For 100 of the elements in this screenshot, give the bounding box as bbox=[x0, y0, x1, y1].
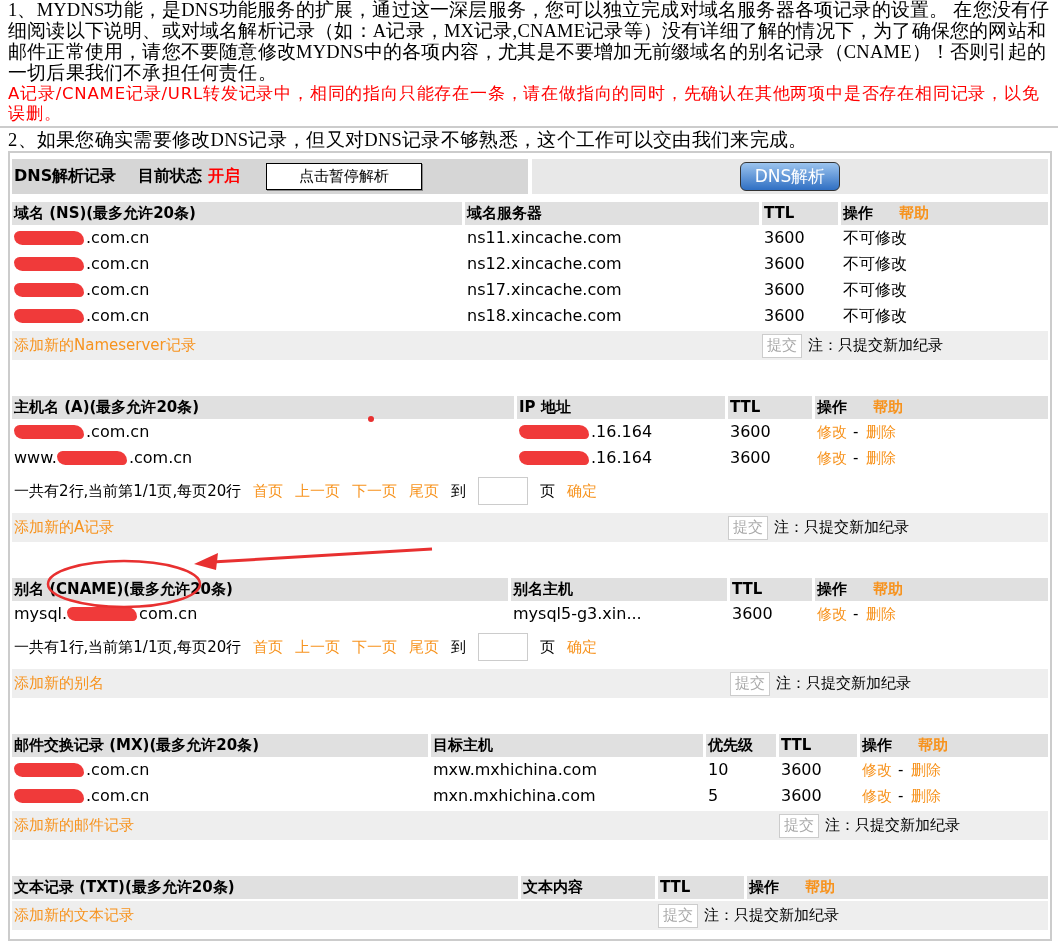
delete-link[interactable]: 删除 bbox=[911, 783, 942, 809]
edit-link[interactable]: 修改 bbox=[817, 601, 847, 627]
help-link[interactable]: 帮助 bbox=[805, 876, 835, 899]
separator: - bbox=[853, 422, 859, 443]
delete-link[interactable]: 删除 bbox=[866, 601, 897, 627]
column-header: IP 地址 bbox=[517, 396, 725, 419]
table-cell-text: 10 bbox=[707, 759, 730, 781]
table-cell-text: mxn.mxhichina.com bbox=[432, 785, 597, 807]
table-cell-text: .com.cn bbox=[86, 759, 150, 781]
goto-label: 到 bbox=[451, 637, 467, 657]
table-cell-text: .com.cn bbox=[86, 421, 150, 443]
page-link[interactable]: 首页 bbox=[253, 637, 284, 657]
table-cell-text: .com.cn bbox=[86, 279, 150, 301]
delete-link[interactable]: 删除 bbox=[911, 757, 942, 783]
submit-note: 注：只提交新加纪录 bbox=[774, 518, 909, 537]
warning-text: A记录/CNAME记录/URL转发记录中，相同的指向只能存在一条，请在做指向的同时，先确认在其他两项中是否存在相同记录，以免误删。 bbox=[7, 84, 1041, 124]
table-cell-text: .16.164 bbox=[591, 447, 653, 469]
page-unit: 页 bbox=[540, 481, 556, 501]
table-cell-text: .com.cn bbox=[86, 227, 150, 249]
pause-button[interactable]: 点击暂停解析 bbox=[266, 163, 423, 190]
edit-link[interactable]: 修改 bbox=[862, 757, 892, 783]
column-header: TTL bbox=[730, 578, 812, 601]
help-link[interactable]: 帮助 bbox=[918, 734, 948, 757]
table-cell-text: .com.cn bbox=[86, 305, 150, 327]
table-cell-text: .com.cn bbox=[86, 785, 150, 807]
column-header: TTL bbox=[728, 396, 812, 419]
table-cell-text: ns11.xincache.com bbox=[466, 227, 623, 249]
column-header: 优先级 bbox=[706, 734, 776, 757]
table-cell-text: mysql. bbox=[14, 603, 68, 625]
table-cell-text: .com.cn bbox=[128, 447, 193, 469]
column-header: 目标主机 bbox=[431, 734, 703, 757]
pager-summary: 一共有1行,当前第1/1页,每页20行 bbox=[14, 637, 242, 657]
table-cell-text: 3600 bbox=[729, 447, 772, 469]
goto-label: 到 bbox=[451, 481, 467, 501]
table-cell-text: 不可修改 bbox=[842, 253, 908, 275]
delete-link[interactable]: 删除 bbox=[866, 445, 897, 471]
page-link[interactable]: 上一页 bbox=[295, 637, 341, 657]
table-cell-text: ns18.xincache.com bbox=[466, 305, 623, 327]
table-cell-text: ns12.xincache.com bbox=[466, 253, 623, 275]
page-link[interactable]: 尾页 bbox=[409, 637, 440, 657]
table-cell-text: 不可修改 bbox=[842, 227, 908, 249]
table-cell-text: mysql5-g3.xin... bbox=[512, 603, 643, 625]
table-cell-text: 3600 bbox=[731, 603, 774, 625]
table-cell-text: 3600 bbox=[763, 253, 806, 275]
help-link[interactable]: 帮助 bbox=[899, 202, 929, 225]
dot-mark bbox=[368, 416, 374, 422]
dns-button[interactable]: DNS解析 bbox=[740, 162, 840, 191]
table-cell-text: 5 bbox=[707, 785, 720, 807]
confirm-link[interactable]: 确定 bbox=[567, 481, 598, 501]
delete-link[interactable]: 删除 bbox=[866, 419, 897, 445]
edit-link[interactable]: 修改 bbox=[817, 419, 847, 445]
table-cell-text: www. bbox=[14, 447, 57, 469]
column-header: TTL bbox=[779, 734, 857, 757]
column-header: 操作 bbox=[749, 877, 779, 898]
column-header: 主机名 (A)(最多允许20条) bbox=[12, 396, 514, 419]
column-header: 邮件交换记录 (MX)(最多允许20条) bbox=[12, 734, 428, 757]
table-cell-text: 3600 bbox=[763, 305, 806, 327]
page-link[interactable]: 上一页 bbox=[295, 481, 341, 501]
confirm-link[interactable]: 确定 bbox=[567, 637, 598, 657]
table-cell-text: 3600 bbox=[729, 421, 772, 443]
column-header: 域名 (NS)(最多允许20条) bbox=[12, 202, 462, 225]
page-link[interactable]: 首页 bbox=[253, 481, 284, 501]
separator: - bbox=[853, 448, 859, 469]
column-header: 文本记录 (TXT)(最多允许20条) bbox=[12, 876, 518, 899]
page-input[interactable] bbox=[478, 477, 529, 505]
table-cell-text: 3600 bbox=[780, 759, 823, 781]
column-header: 文本内容 bbox=[521, 876, 655, 899]
column-header: 域名服务器 bbox=[465, 202, 759, 225]
table-cell-text: 3600 bbox=[763, 279, 806, 301]
table-cell-text: 3600 bbox=[780, 785, 823, 807]
column-header: 操作 bbox=[817, 579, 847, 600]
column-header: 操作 bbox=[862, 735, 892, 756]
table-cell-text: ns17.xincache.com bbox=[466, 279, 623, 301]
table-cell-text: 不可修改 bbox=[842, 279, 908, 301]
edit-link[interactable]: 修改 bbox=[862, 783, 892, 809]
page-unit: 页 bbox=[540, 637, 556, 657]
page-link[interactable]: 尾页 bbox=[409, 481, 440, 501]
column-header: 别名主机 bbox=[511, 578, 727, 601]
help-link[interactable]: 帮助 bbox=[873, 578, 903, 601]
page-link[interactable]: 下一页 bbox=[352, 481, 398, 501]
submit-note: 注：只提交新加纪录 bbox=[776, 674, 911, 693]
submit-note: 注：只提交新加纪录 bbox=[825, 816, 960, 835]
submit-note: 注：只提交新加纪录 bbox=[808, 336, 943, 355]
page-input[interactable] bbox=[478, 633, 529, 661]
table-cell-text: .16.164 bbox=[591, 421, 653, 443]
column-header: 操作 bbox=[817, 397, 847, 418]
submit-note: 注：只提交新加纪录 bbox=[704, 906, 839, 925]
page-link[interactable]: 下一页 bbox=[352, 637, 398, 657]
table-cell-text: com.cn bbox=[139, 603, 198, 625]
status-label: 目前状态 bbox=[138, 166, 203, 187]
panel-title: DNS解析记录 bbox=[14, 166, 117, 187]
pager-summary: 一共有2行,当前第1/1页,每页20行 bbox=[14, 481, 242, 501]
separator: - bbox=[898, 786, 904, 807]
table-cell-text: 不可修改 bbox=[842, 305, 908, 327]
status-value: 开启 bbox=[208, 166, 241, 187]
help-link[interactable]: 帮助 bbox=[873, 396, 903, 419]
intro-paragraph: 1、MYDNS功能，是DNS功能服务的扩展，通过这一深层服务，您可以独立完成对域名服务器各项记录的设置。 在您没有仔细阅读以下说明、或对域名解析记录（如：A记录，MX记录,CNAME记录等）没有详细了解的情况下，为了确保您的网站和邮件正常使用，请您不要随意修改MYDNS中的各项内容，尤其是不要增加无前缀域名的别名记录（CNAME）！否则引起的一切后果我们不承担任何责任。 bbox=[7, 0, 1051, 84]
table-cell-text: 3600 bbox=[763, 227, 806, 249]
edit-link[interactable]: 修改 bbox=[817, 445, 847, 471]
help-note: 2、如果您确实需要修改DNS记录，但又对DNS记录不够熟悉，这个工作可以交由我们来完成。 bbox=[0, 126, 1058, 151]
